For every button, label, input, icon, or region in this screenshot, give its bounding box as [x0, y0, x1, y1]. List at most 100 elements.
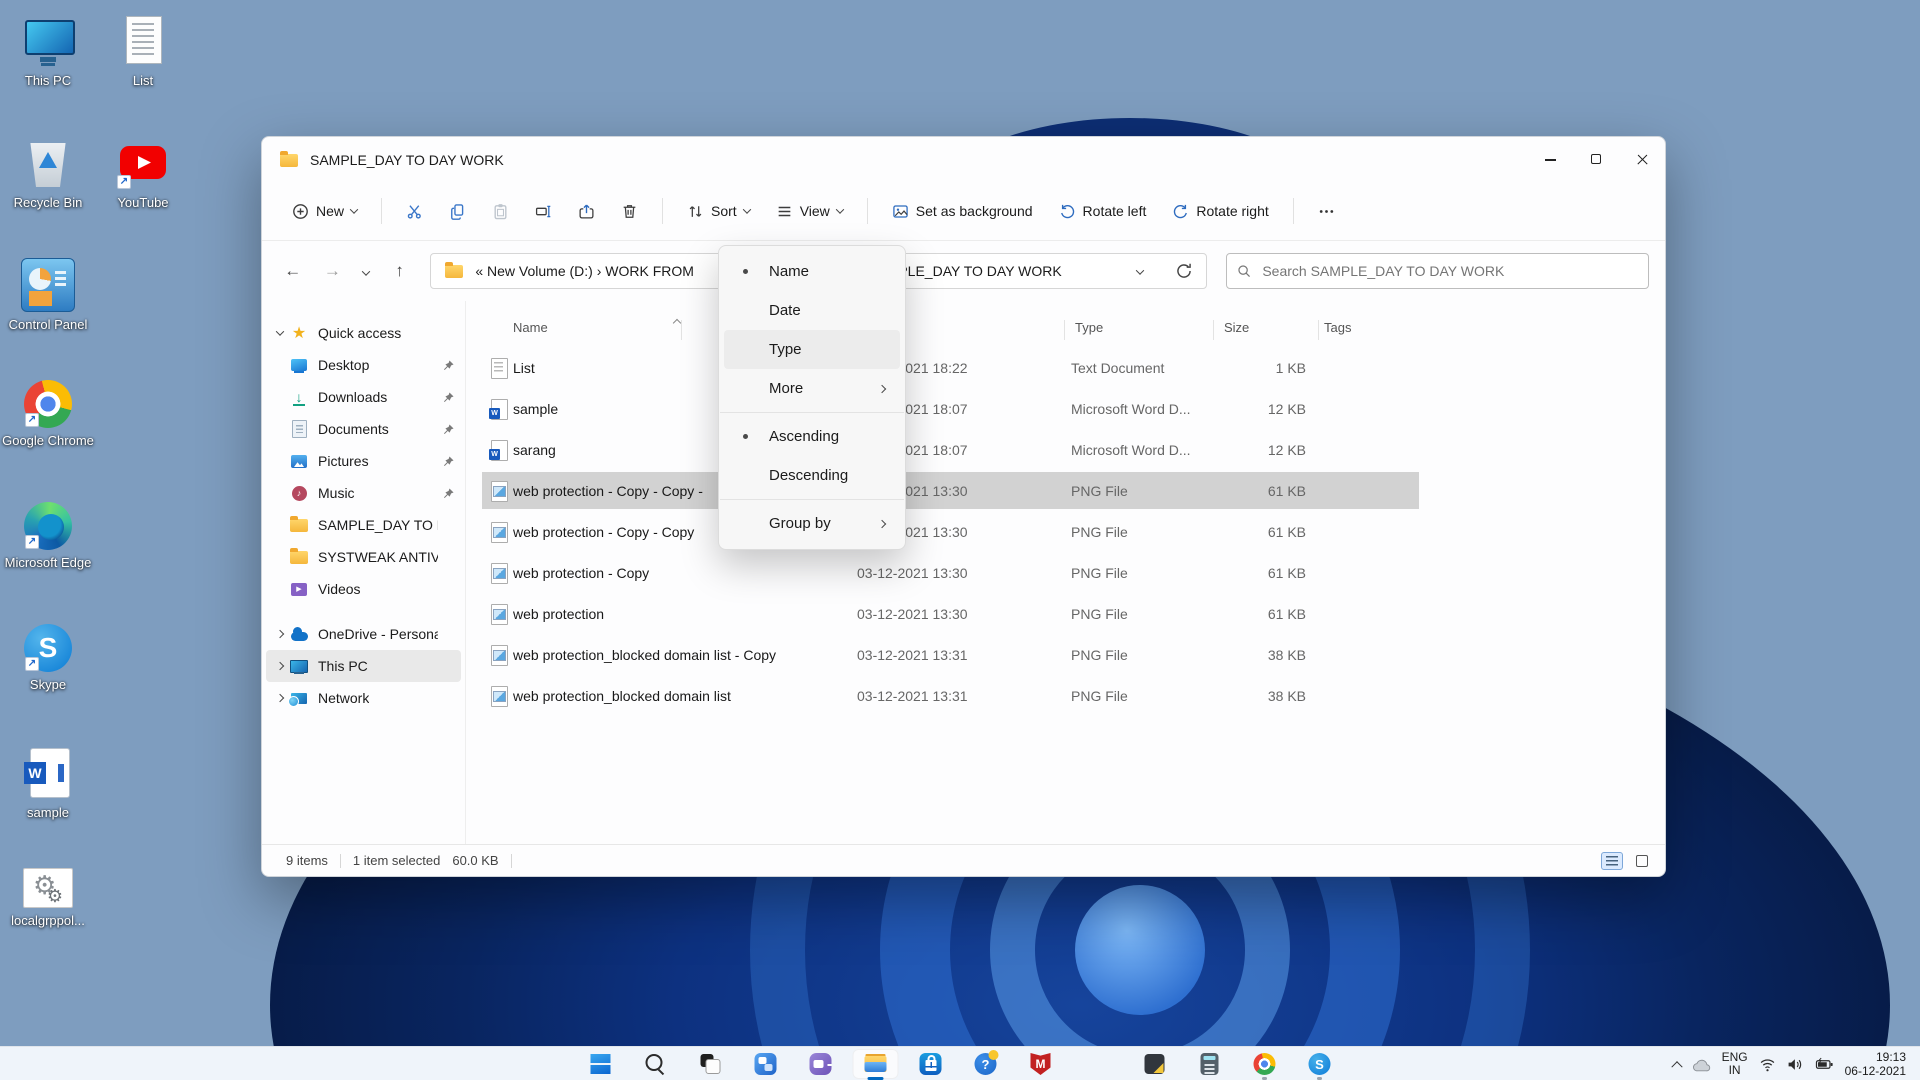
taskbar-button-calculator[interactable] [1187, 1049, 1233, 1079]
rename-button[interactable] [525, 195, 562, 228]
column-header-size[interactable]: Size [1224, 320, 1249, 335]
minimize-button[interactable] [1527, 137, 1573, 182]
expand-chevron-icon[interactable] [272, 631, 288, 637]
sort-menu-item-ascending[interactable]: Ascending [724, 417, 900, 456]
desktop-icon-control-panel[interactable]: ↗ Control Panel [0, 252, 96, 374]
taskbar-button-widgets[interactable] [743, 1049, 789, 1079]
sidebar-item-pictures[interactable]: Pictures [266, 445, 461, 477]
forward-button[interactable]: → [316, 255, 350, 287]
breadcrumb-current[interactable]: PLE_DAY TO DAY WORK [898, 263, 1061, 279]
sidebar-item-music[interactable]: Music [266, 477, 461, 509]
taskbar-button-mcafee[interactable] [1018, 1049, 1064, 1079]
desktop-icon-google-chrome[interactable]: ↗ Google Chrome [0, 374, 96, 496]
large-icons-view-button[interactable] [1631, 852, 1653, 870]
view-button[interactable]: View [766, 195, 853, 228]
rotate-right-button[interactable]: Rotate right [1162, 195, 1278, 228]
sort-menu-item-group-by[interactable]: Group by [724, 504, 900, 543]
rotate-left-button[interactable]: Rotate left [1049, 195, 1157, 228]
file-row[interactable]: List 03-12-2021 18:22 Text Document 1 KB [466, 347, 1665, 388]
sort-menu-item-descending[interactable]: Descending [724, 456, 900, 495]
desktop-icon-microsoft-edge[interactable]: ↗ Microsoft Edge [0, 496, 96, 618]
wifi-icon[interactable] [1759, 1057, 1776, 1072]
sidebar-item-onedrive-personal[interactable]: OneDrive - Personal [266, 618, 461, 650]
expand-chevron-icon[interactable] [272, 695, 288, 701]
desktop-icon-localgrppol[interactable]: ↗ localgrppol... [0, 862, 96, 984]
sidebar-item-network[interactable]: Network [266, 682, 461, 714]
volume-icon[interactable] [1787, 1057, 1804, 1072]
onedrive-tray-icon[interactable] [1692, 1057, 1711, 1072]
search-input[interactable] [1262, 263, 1638, 279]
hidden-icons-chevron-icon[interactable] [1671, 1061, 1682, 1072]
file-row[interactable]: sarang 03-12-2021 18:07 Microsoft Word D… [466, 429, 1665, 470]
file-row[interactable]: web protection - Copy 03-12-2021 13:30 P… [466, 552, 1665, 593]
taskbar-button-get-help[interactable] [963, 1049, 1009, 1079]
sidebar-item-desktop[interactable]: Desktop [266, 349, 461, 381]
file-row[interactable]: web protection 03-12-2021 13:30 PNG File… [466, 593, 1665, 634]
paste-button[interactable] [482, 195, 519, 228]
expand-chevron-icon[interactable] [272, 330, 288, 336]
sort-menu-item-more[interactable]: More [724, 369, 900, 408]
sort-menu-item-type[interactable]: Type [724, 330, 900, 369]
expand-chevron-icon[interactable] [272, 663, 288, 669]
taskbar-button-search[interactable] [633, 1049, 679, 1079]
column-divider[interactable] [1213, 320, 1214, 340]
desktop-icon-sample[interactable]: ↗ sample [0, 740, 96, 862]
sidebar-item-this-pc[interactable]: This PC [266, 650, 461, 682]
back-button[interactable]: ← [276, 255, 310, 287]
sort-menu-item-date[interactable]: Date [724, 291, 900, 330]
copy-button[interactable] [439, 195, 476, 228]
taskbar-button-store[interactable] [908, 1049, 954, 1079]
column-divider[interactable] [1318, 320, 1319, 340]
clock[interactable]: 19:13 06-12-2021 [1845, 1050, 1906, 1078]
details-view-button[interactable] [1601, 852, 1623, 870]
delete-button[interactable] [611, 195, 648, 228]
breadcrumb[interactable]: « New Volume (D:) › WORK FROM [475, 263, 694, 279]
file-row[interactable]: web protection_blocked domain list 03-12… [466, 675, 1665, 716]
refresh-button[interactable] [1175, 262, 1193, 283]
file-size: 61 KB [1206, 606, 1306, 622]
battery-icon[interactable] [1815, 1057, 1834, 1072]
file-row[interactable]: web protection - Copy - Copy 03-12-2021 … [466, 511, 1665, 552]
share-button[interactable] [568, 195, 605, 228]
desktop-icon-skype[interactable]: ↗ Skype [0, 618, 96, 740]
column-header-tags[interactable]: Tags [1324, 320, 1351, 335]
sidebar-item-systweak-antivir[interactable]: SYSTWEAK ANTIVIR [266, 541, 461, 573]
taskbar-button-task-view[interactable] [688, 1049, 734, 1079]
column-divider[interactable] [1064, 320, 1065, 340]
sidebar-item-documents[interactable]: Documents [266, 413, 461, 445]
new-button[interactable]: New [282, 195, 367, 228]
file-row[interactable]: web protection_blocked domain list - Cop… [466, 634, 1665, 675]
sidebar-item-sample-day-to-da[interactable]: SAMPLE_DAY TO DA [266, 509, 461, 541]
taskbar-button-skype[interactable] [1297, 1049, 1343, 1079]
address-dropdown-icon[interactable] [1136, 266, 1144, 274]
title-bar[interactable]: SAMPLE_DAY TO DAY WORK [262, 137, 1665, 182]
sort-menu-item-name[interactable]: Name [724, 252, 900, 291]
file-row[interactable]: sample 03-12-2021 18:07 Microsoft Word D… [466, 388, 1665, 429]
taskbar-button-chat[interactable] [798, 1049, 844, 1079]
taskbar-button-file-explorer[interactable] [853, 1049, 899, 1079]
close-button[interactable] [1619, 137, 1665, 182]
maximize-button[interactable] [1573, 137, 1619, 182]
cut-button[interactable] [396, 195, 433, 228]
desktop-icon-recycle-bin[interactable]: ↗ Recycle Bin [0, 130, 96, 252]
recent-locations-button[interactable] [355, 255, 377, 287]
sidebar-item-downloads[interactable]: Downloads [266, 381, 461, 413]
set-background-button[interactable]: Set as background [882, 195, 1043, 228]
taskbar-button-notes[interactable] [1132, 1049, 1178, 1079]
language-indicator[interactable]: ENG IN [1722, 1051, 1748, 1077]
file-row[interactable]: web protection - Copy - Copy - 03-12-202… [466, 470, 1665, 511]
desktop-icon-youtube[interactable]: ↗ YouTube [95, 130, 191, 252]
sidebar-item-videos[interactable]: Videos [266, 573, 461, 605]
search-box[interactable] [1226, 253, 1649, 289]
sort-button[interactable]: Sort [677, 195, 760, 228]
taskbar-button-chrome[interactable] [1242, 1049, 1288, 1079]
column-header-type[interactable]: Type [1075, 320, 1103, 335]
desktop-icon-this-pc[interactable]: ↗ This PC [0, 8, 96, 130]
column-header-name[interactable]: Name [513, 320, 548, 335]
up-button[interactable]: ↑ [383, 255, 417, 287]
more-options-button[interactable] [1308, 195, 1345, 228]
column-divider[interactable] [681, 320, 682, 340]
desktop-icon-list[interactable]: ↗ List [95, 8, 191, 130]
sidebar-item-quick-access[interactable]: Quick access [266, 317, 461, 349]
taskbar-button-start[interactable] [578, 1049, 624, 1079]
